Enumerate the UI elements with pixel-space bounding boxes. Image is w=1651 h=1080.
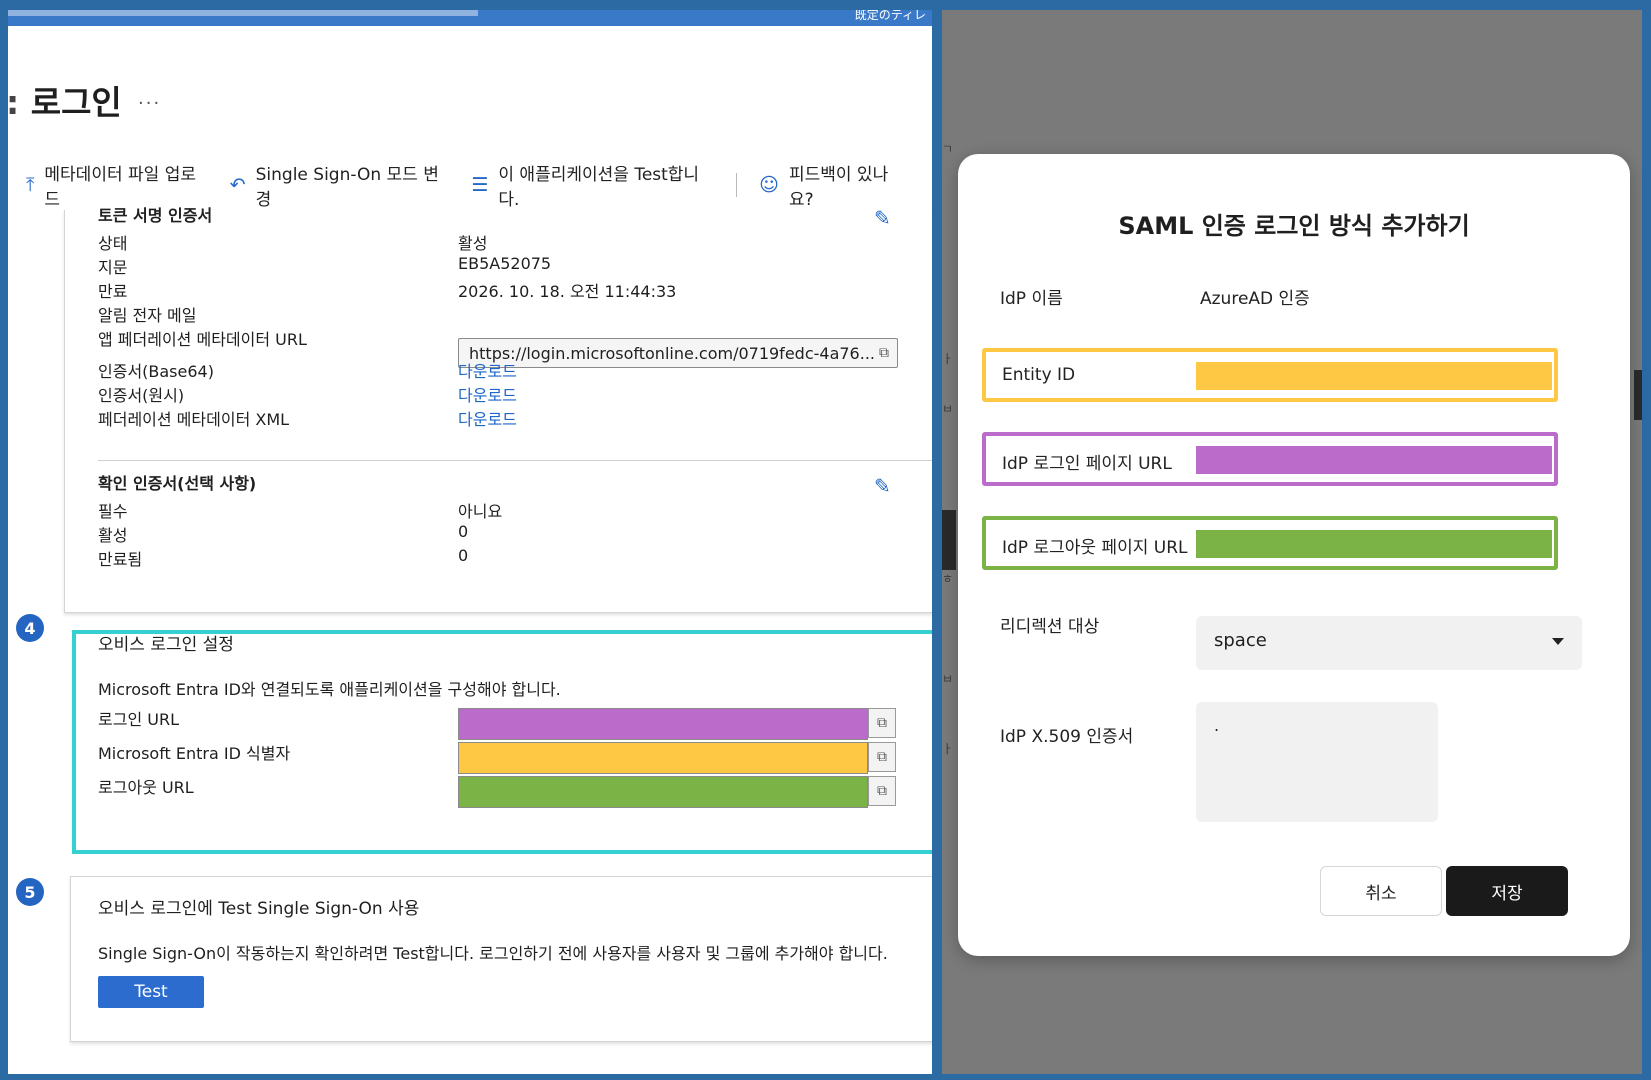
section-divider — [98, 460, 932, 461]
cert-email-label: 알림 전자 메일 — [98, 306, 197, 325]
metadata-xml-label: 페더레이션 메타데이터 XML — [98, 410, 290, 429]
logout-url-label: 로그아웃 URL — [98, 778, 194, 797]
step-5-badge: 5 — [16, 878, 44, 906]
backdrop-text: ㄱ — [942, 142, 954, 156]
cancel-button[interactable]: 취소 — [1320, 866, 1442, 916]
feedback-button[interactable]: ☺ 피드백이 있나요? — [759, 160, 908, 210]
feedback-label: 피드백이 있나요? — [788, 165, 889, 210]
setup-login-desc: Microsoft Entra ID와 연결되도록 애플리케이션을 구성해야 합… — [98, 680, 561, 699]
backdrop-text: ㅏ — [942, 352, 954, 366]
copy-icon[interactable]: ⧉ — [870, 338, 898, 368]
cert-expiry-label: 만료 — [98, 282, 128, 301]
logout-url-field[interactable] — [458, 776, 868, 808]
toolbar-divider — [736, 173, 738, 197]
x509-textarea[interactable]: . — [1196, 702, 1438, 822]
test-sso-title: 오비스 로그인에 Test Single Sign-On 사용 — [98, 899, 420, 919]
top-strip: 既定のティレ — [8, 10, 932, 26]
page-title-text: 로그인 — [30, 83, 122, 122]
backdrop-text: ㅏ — [942, 742, 954, 756]
download-base64-link[interactable]: 다운로드 — [458, 358, 517, 382]
test-button[interactable]: Test — [98, 976, 204, 1008]
azure-sso-panel: 既定のティレ : 로그인 ... ⤒ 메타데이터 파일 업로드 ↶ Single… — [8, 10, 932, 1074]
verify-cert-heading: 확인 인증서(선택 사항) — [98, 474, 257, 493]
saml-login-modal: SAML 인증 로그인 방식 추가하기 IdP 이름 AzureAD 인증 En… — [958, 154, 1630, 956]
verify-expired-label: 만료됨 — [98, 550, 143, 569]
copy-login-url-icon[interactable]: ⧉ — [868, 708, 896, 738]
metadata-url-field[interactable]: https://login.microsoftonline.com/0719fe… — [458, 338, 898, 368]
top-cut-text: 既定のティレ — [854, 10, 926, 22]
command-bar: ⤒ 메타데이터 파일 업로드 ↶ Single Sign-On 모드 변경 ☰ … — [26, 165, 932, 210]
login-url-field[interactable] — [458, 708, 868, 740]
download-raw-link[interactable]: 다운로드 — [458, 382, 517, 406]
step-4-badge: 4 — [16, 614, 44, 642]
cert-thumbprint-label: 지문 — [98, 258, 128, 277]
idp-name-label: IdP 이름 — [1000, 289, 1063, 309]
change-sso-mode-label: Single Sign-On 모드 변경 — [255, 165, 439, 210]
idp-logout-url-input[interactable] — [1196, 530, 1552, 558]
page-title: : 로그인 — [8, 76, 122, 124]
copy-logout-url-icon[interactable]: ⧉ — [868, 776, 896, 806]
cert-raw-label: 인증서(원시) — [98, 386, 185, 405]
verify-required-label: 필수 — [98, 502, 128, 521]
cert-thumbprint-value: EB5A52075 — [458, 254, 552, 273]
chevron-down-icon — [1552, 638, 1564, 645]
download-xml-link[interactable]: 다운로드 — [458, 406, 517, 430]
token-cert-heading: 토큰 서명 인증서 — [98, 206, 213, 225]
cert-status-label: 상태 — [98, 234, 128, 253]
feedback-icon: ☺ — [759, 174, 779, 196]
edit-verify-cert-icon[interactable]: ✎ — [874, 474, 891, 498]
verify-expired-value: 0 — [458, 546, 469, 565]
entra-id-label: Microsoft Entra ID 식별자 — [98, 744, 291, 763]
backdrop-text: ㅎ — [942, 572, 954, 586]
progress-strip — [8, 10, 478, 16]
entity-id-label: Entity ID — [1002, 365, 1076, 385]
verify-required-value: 아니요 — [458, 502, 503, 521]
save-button[interactable]: 저장 — [1446, 866, 1568, 916]
cert-base64-label: 인증서(Base64) — [98, 362, 214, 381]
redirect-label: 리디렉션 대상 — [1000, 617, 1100, 637]
test-sso-desc: Single Sign-On이 작동하는지 확인하려면 Test합니다. 로그인… — [98, 944, 888, 963]
modal-title: SAML 인증 로그인 방식 추가하기 — [1118, 212, 1470, 240]
entity-id-row: Entity ID — [982, 348, 1558, 402]
redirect-select[interactable]: space — [1196, 616, 1582, 670]
cert-expiry-value: 2026. 10. 18. 오전 11:44:33 — [458, 282, 677, 301]
verify-active-label: 활성 — [98, 526, 128, 545]
test-application-button[interactable]: ☰ 이 애플리케이션을 Test합니다. — [471, 160, 712, 210]
copy-entra-id-icon[interactable]: ⧉ — [868, 742, 896, 772]
test-application-label: 이 애플리케이션을 Test합니다. — [498, 165, 700, 210]
list-icon: ☰ — [471, 174, 489, 196]
verify-active-value: 0 — [458, 522, 469, 541]
idp-logout-url-row: IdP 로그아웃 페이지 URL — [982, 516, 1558, 570]
login-url-label: 로그인 URL — [98, 710, 179, 729]
entity-id-input[interactable] — [1196, 362, 1552, 390]
change-sso-mode-button[interactable]: ↶ Single Sign-On 모드 변경 — [230, 160, 448, 210]
backdrop-text: ㅂ — [942, 402, 954, 416]
backdrop-block — [1634, 370, 1642, 420]
idp-login-url-label: IdP 로그인 페이지 URL — [1002, 454, 1172, 474]
entra-id-field[interactable] — [458, 742, 868, 774]
edit-token-cert-icon[interactable]: ✎ — [874, 206, 891, 230]
redirect-select-value: space — [1214, 630, 1267, 651]
backdrop-text: ㅂ — [942, 672, 954, 686]
cert-status-value: 활성 — [458, 234, 488, 253]
idp-login-url-row: IdP 로그인 페이지 URL — [982, 432, 1558, 486]
metadata-url-label: 앱 페더레이션 메타데이터 URL — [98, 330, 307, 349]
upload-icon: ⤒ — [26, 174, 35, 196]
more-options-button[interactable]: ... — [138, 88, 161, 109]
idp-logout-url-label: IdP 로그아웃 페이지 URL — [1002, 538, 1188, 558]
setup-login-title: 오비스 로그인 설정 — [98, 635, 234, 655]
backdrop-block — [942, 510, 956, 570]
x509-label: IdP X.509 인증서 — [1000, 727, 1134, 747]
idp-name-value: AzureAD 인증 — [1200, 289, 1310, 309]
idp-login-url-input[interactable] — [1196, 446, 1552, 474]
undo-icon: ↶ — [229, 174, 246, 196]
